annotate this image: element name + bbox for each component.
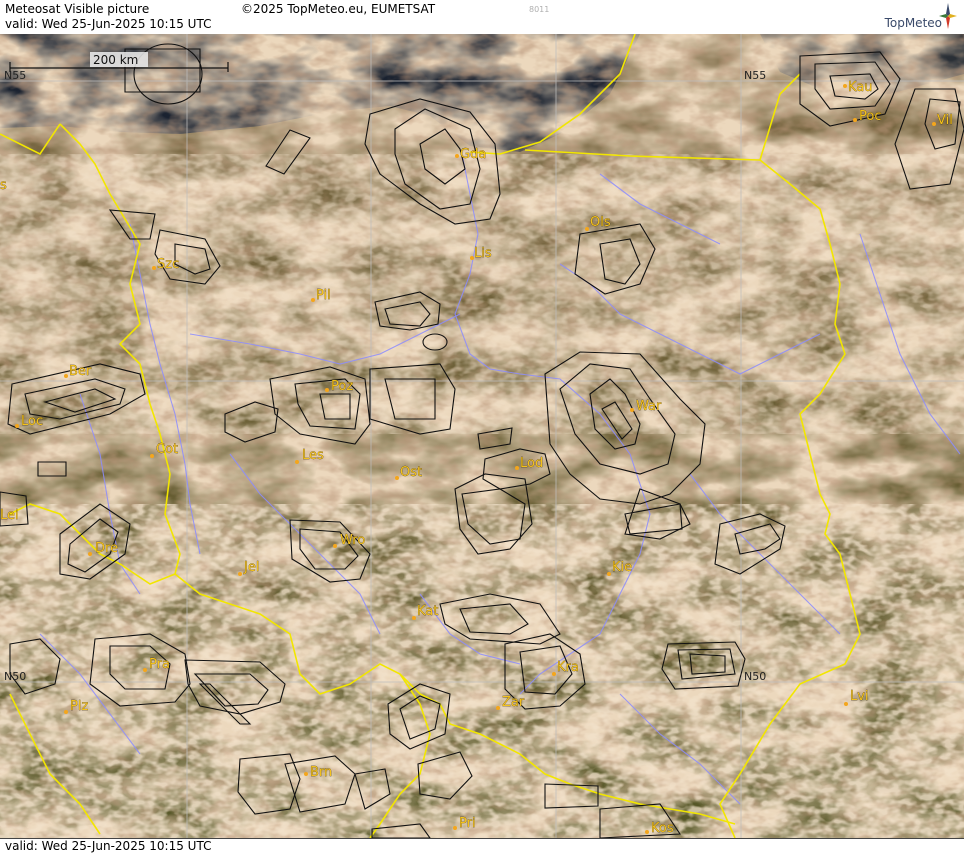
city-label-lvi: Lvi xyxy=(850,689,869,704)
city-label-poz: Poz xyxy=(331,379,353,394)
city-label-loc: Loc xyxy=(21,414,43,429)
city-label-kie: Kie xyxy=(612,560,632,575)
grid-label-n55-west: N55 xyxy=(4,69,26,82)
map-frame: Meteosat Visible picture valid: Wed 25-J… xyxy=(0,0,964,853)
copyright-text: ©2025 TopMeteo.eu, EUMETSAT xyxy=(241,2,436,16)
city-label-ber: Ber xyxy=(69,364,92,379)
city-label-dre: Dre xyxy=(95,541,118,556)
valid-time: valid: Wed 25-Jun-2025 10:15 UTC xyxy=(5,17,212,31)
city-label-wro: Wro xyxy=(340,533,365,548)
city-label-gda: Gda xyxy=(460,147,486,162)
city-label-ols: Ols xyxy=(590,215,611,230)
city-label-ost: Ost xyxy=(400,465,422,480)
city-label-pil: Pil xyxy=(316,288,331,303)
header-bar: Meteosat Visible picture valid: Wed 25-J… xyxy=(0,0,964,35)
city-label-cot: Cot xyxy=(156,442,178,457)
city-label-jel: Jel xyxy=(243,560,259,575)
city-label-kau: Kau xyxy=(848,80,873,95)
city-label-les: Les xyxy=(302,448,324,463)
city-label-zar: Zar xyxy=(502,695,525,710)
city-label-brn: Brn xyxy=(310,765,332,780)
city-label-kos: Kos xyxy=(651,821,674,836)
footer-valid-time: valid: Wed 25-Jun-2025 10:15 UTC xyxy=(5,839,212,853)
city-label-vil: Vil xyxy=(937,113,953,128)
map-title: Meteosat Visible picture xyxy=(5,2,150,16)
city-label-kat: Kat xyxy=(417,604,438,619)
city-label-lis: Lis xyxy=(474,246,492,261)
city-label-pri: Pri xyxy=(459,816,476,831)
city-label-lod: Lod xyxy=(520,456,543,471)
city-label-kra: Kra xyxy=(557,660,579,675)
city-label-partial: s xyxy=(0,178,7,193)
city-label-plz: Plz xyxy=(70,699,88,714)
city-label-pra: Pra xyxy=(149,657,170,672)
scale-label: 200 km xyxy=(93,53,138,67)
city-label-szc: Szc xyxy=(157,257,179,272)
grid-label-n50-west: N50 xyxy=(4,670,26,683)
city-label-lei: Lei xyxy=(0,508,19,523)
city-label-poc: Poc xyxy=(859,109,881,124)
satellite-map[interactable]: 200 km N55 N55 N50 N50 Gda Kau Poc Vil O… xyxy=(0,34,964,838)
compass-logo-icon xyxy=(939,3,957,29)
city-label-war: War xyxy=(636,399,662,414)
grid-label-n50-east: N50 xyxy=(744,670,766,683)
grid-label-n55-east: N55 xyxy=(744,69,766,82)
footer-bar: valid: Wed 25-Jun-2025 10:15 UTC xyxy=(0,838,964,853)
image-code: 8011 xyxy=(529,5,550,14)
